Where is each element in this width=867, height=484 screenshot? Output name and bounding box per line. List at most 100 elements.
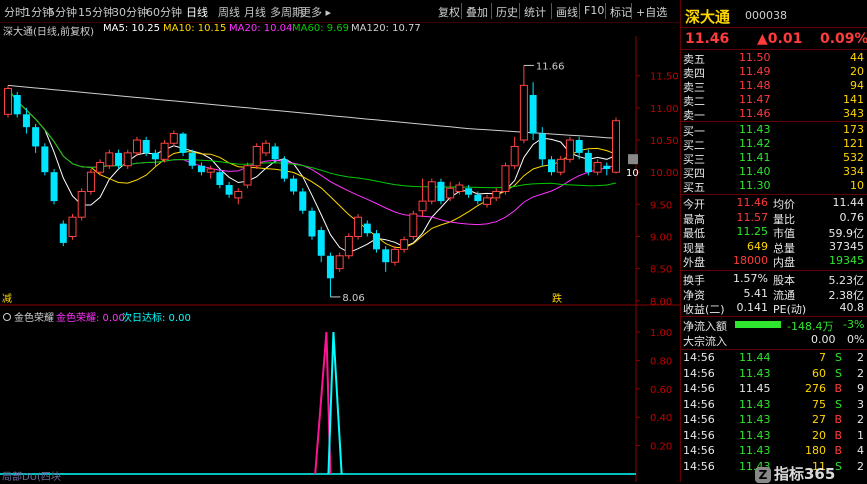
candle-body: [390, 248, 399, 263]
candle-body: [593, 162, 602, 173]
price-tick-label: 8.50: [650, 265, 672, 276]
price-change-pct: 0.09%: [820, 31, 867, 47]
high-annotation: 11.66: [536, 61, 565, 72]
right-tag: 跌: [552, 292, 562, 305]
price-tick-label: 11.00: [650, 104, 679, 115]
candle-body: [41, 146, 49, 173]
period-toolbar: 分时 1分钟 5分钟 15分钟 30分钟 60分钟 日线 周线 月线 多周期 更多 ▸ 复权 叠加 历史…: [0, 0, 680, 23]
candle-body: [225, 185, 233, 195]
candle-body: [299, 191, 307, 211]
candle-body: [474, 194, 482, 202]
tick-row: 14:56 11.43 20 B 1: [683, 428, 864, 442]
period-tab-10[interactable]: 更多 ▸: [300, 4, 331, 20]
candle-body: [363, 223, 371, 234]
candle-body: [68, 216, 77, 237]
price-tick-label: 10.00: [650, 168, 679, 179]
candle-body: [400, 239, 409, 250]
candle-body: [483, 197, 492, 205]
stat-row: 外盘 18000 内盘 19345: [683, 254, 864, 269]
candle-body: [465, 188, 473, 195]
candle-body: [142, 140, 150, 153]
toolbar-button-5[interactable]: F10: [584, 4, 604, 17]
indicator-footer: 局部DU(四块: [2, 470, 61, 482]
candle-body: [548, 159, 556, 173]
scroll-marker: [628, 154, 638, 165]
candle-body: [96, 162, 105, 173]
candle-body: [197, 165, 205, 173]
toolbar-button-2[interactable]: 历史: [496, 4, 518, 20]
ma60-label: MA60: 9.69: [292, 23, 350, 34]
bid-row: 买四 11.40 334: [683, 165, 864, 180]
price-change: ▲0.01: [757, 31, 803, 47]
toolbar-button-1[interactable]: 叠加: [466, 4, 488, 20]
candle-body: [50, 172, 58, 202]
candle-body: [510, 145, 519, 167]
period-tab-0[interactable]: 分时: [4, 4, 26, 20]
period-tab-3[interactable]: 15分钟: [78, 4, 114, 20]
candle-body: [556, 158, 565, 173]
candle-body: [59, 223, 67, 243]
candle-body: [326, 255, 334, 279]
candle-body: [565, 139, 574, 160]
candle-body: [160, 142, 169, 160]
period-tab-2[interactable]: 5分钟: [48, 4, 77, 20]
candle-body: [584, 152, 592, 173]
period-tab-6[interactable]: 日线: [186, 4, 208, 20]
ma120-label: MA120: 10.77: [351, 23, 421, 34]
candle-body: [123, 152, 132, 167]
candle-body: [234, 190, 243, 199]
inflow-bar: [735, 321, 781, 328]
candle-body: [243, 165, 252, 186]
stat-row: 今开 11.46 均价 11.44: [683, 196, 864, 211]
ask-row: 卖五 11.50 44: [683, 51, 864, 66]
period-tab-7[interactable]: 周线: [218, 4, 240, 20]
candle-body: [437, 181, 445, 202]
candle-body: [86, 171, 95, 192]
candle-body: [575, 140, 583, 153]
candle-body: [151, 152, 159, 160]
ask-row: 卖三 11.48 94: [683, 79, 864, 94]
kline-chart[interactable]: 11.50 11.00 10.50 10.00 9.50 9.00 8.50 8.00 11.…: [0, 36, 680, 482]
toolbar-button-3[interactable]: 统计: [524, 4, 546, 20]
bid-row: 买五 11.30 10: [683, 179, 864, 194]
candle-body: [188, 152, 196, 166]
candle-body: [290, 178, 298, 192]
tick-row: 14:56 11.43 60 S 2: [683, 366, 864, 380]
period-tab-4[interactable]: 30分钟: [112, 4, 148, 20]
price-tick-label: 8.00: [650, 297, 672, 308]
candle-body: [501, 165, 510, 192]
candle-body: [335, 255, 344, 270]
stock-name: 深大通: [685, 8, 731, 26]
candle-body: [427, 181, 436, 202]
stat2-row: 净资 5.41 流通 2.38亿: [683, 286, 864, 302]
bid-row: 买三 11.41 532: [683, 151, 864, 166]
toolbar-button-6[interactable]: 标记: [610, 4, 632, 20]
toolbar-button-7[interactable]: +自选: [636, 4, 667, 20]
stat2-row: 收益(二) 0.141 PE(动) 40.8: [683, 301, 864, 316]
candle-body: [538, 133, 546, 160]
bid-row: 买二 11.42 121: [683, 137, 864, 152]
candle-body: [4, 88, 12, 115]
toolbar-button-0[interactable]: 复权: [438, 4, 460, 20]
tick-row: 14:56 11.43 27 B 2: [683, 413, 864, 426]
candle-body: [446, 187, 455, 199]
watermark-logo: Z 指标365: [755, 463, 835, 484]
last-price: 11.46: [685, 31, 730, 47]
price-tick-label: 10.50: [650, 136, 679, 147]
price-tick-label: 9.50: [650, 200, 672, 211]
candle-body: [372, 233, 380, 250]
period-tab-8[interactable]: 月线: [244, 4, 266, 20]
candle-body: [252, 145, 261, 167]
stat-row: 最低 11.25 市值 59.9亿: [683, 225, 864, 240]
candle-body: [354, 216, 363, 237]
stock-code: 000038: [745, 9, 787, 22]
toolbar-button-4[interactable]: 画线: [556, 4, 578, 20]
candle-body: [32, 127, 40, 147]
ma20-label: MA20: 10.04: [229, 23, 293, 34]
period-tab-9[interactable]: 多周期: [270, 4, 303, 20]
logo-icon: Z: [755, 467, 771, 483]
net-inflow-row: 净流入额 -148.4万 -3%: [683, 318, 865, 333]
candle-body: [271, 146, 279, 160]
tick-row: 14:56 11.45 276 B 9: [683, 382, 864, 395]
period-tab-5[interactable]: 60分钟: [146, 4, 182, 20]
